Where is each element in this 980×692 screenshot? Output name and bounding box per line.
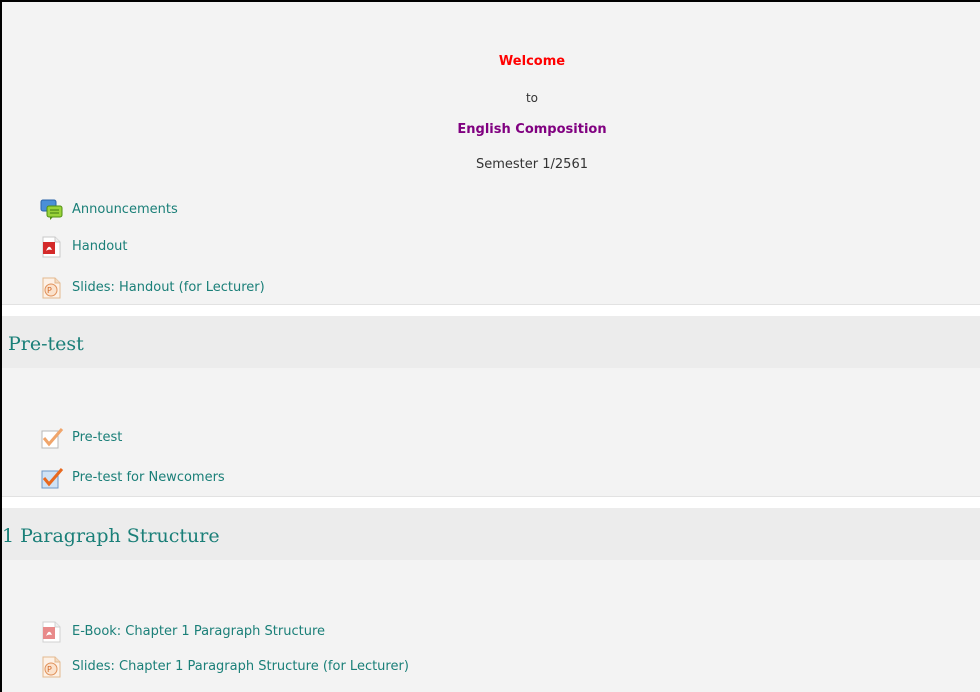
activity-announcements[interactable]: Announcements — [40, 199, 178, 221]
activity-slides-handout[interactable]: P Slides: Handout (for Lecturer) — [40, 277, 265, 299]
to-text: to — [525, 91, 539, 105]
welcome-text: Welcome — [498, 54, 566, 69]
section-title-paragraph-structure[interactable]: 1 Paragraph Structure — [2, 524, 220, 548]
section-body-paragraph-structure: E-Book: Chapter 1 Paragraph Structure P … — [2, 560, 980, 690]
powerpoint-icon: P — [40, 277, 64, 299]
svg-text:P: P — [47, 665, 52, 674]
activity-label: E-Book: Chapter 1 Paragraph Structure — [72, 624, 326, 639]
forum-icon — [40, 199, 64, 221]
quiz-icon — [40, 467, 64, 489]
course-title: English Composition — [457, 122, 607, 137]
activity-label: Slides: Handout (for Lecturer) — [72, 280, 265, 295]
pdf-icon — [40, 236, 64, 258]
activity-ebook-chapter1[interactable]: E-Book: Chapter 1 Paragraph Structure — [40, 621, 325, 643]
activity-label: Pre-test — [72, 430, 123, 445]
activity-label: Pre-test for Newcomers — [72, 470, 225, 485]
section-header-paragraph-structure: 1 Paragraph Structure — [2, 508, 980, 560]
course-page: Welcome to English Composition Semester … — [0, 0, 980, 692]
pdf-icon — [40, 621, 64, 643]
course-intro-section: Welcome to English Composition Semester … — [2, 2, 980, 305]
section-gap — [2, 305, 980, 316]
activity-pre-test-newcomers[interactable]: Pre-test for Newcomers — [40, 467, 225, 489]
section-title-pre-test[interactable]: Pre-test — [8, 332, 84, 356]
activity-label: Slides: Chapter 1 Paragraph Structure (f… — [72, 659, 409, 674]
section-header-pre-test: Pre-test — [2, 316, 980, 368]
semester-text: Semester 1/2561 — [476, 157, 588, 172]
section-gap — [2, 497, 980, 508]
section-body-pre-test: Pre-test Pre-test for Newcomers — [2, 368, 980, 496]
svg-text:P: P — [47, 286, 52, 295]
activity-label: Handout — [72, 239, 128, 254]
activity-label: Announcements — [72, 202, 178, 217]
quiz-icon — [40, 427, 64, 449]
activity-handout[interactable]: Handout — [40, 236, 128, 258]
activity-pre-test[interactable]: Pre-test — [40, 427, 122, 449]
powerpoint-icon: P — [40, 656, 64, 678]
activity-slides-chapter1[interactable]: P Slides: Chapter 1 Paragraph Structure … — [40, 656, 409, 678]
